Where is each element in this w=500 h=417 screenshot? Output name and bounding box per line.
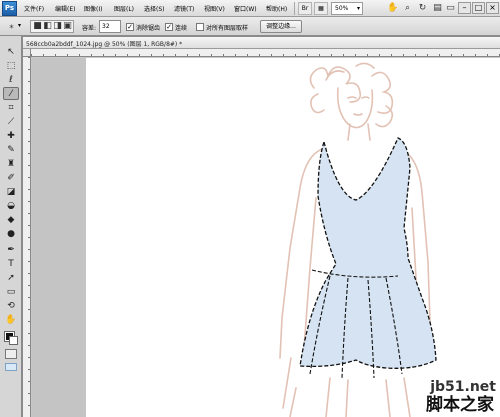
document-title: 568ccb0a2bddf_1024.jpg @ 50% (图层 1, RGB/… — [26, 41, 183, 48]
type-tool-icon[interactable]: T — [3, 258, 19, 271]
menu-bar: Ps 文件(F) 编辑(E) 图像(I) 图层(L) 选择(S) 滤镜(T) 视… — [0, 0, 500, 17]
photoshop-logo: Ps — [2, 1, 17, 16]
selection-mode-group: ■ ◧ ◨ ▣ — [30, 20, 74, 33]
all-layers-label: 对所有图层取样 — [206, 25, 249, 32]
path-selection-tool-icon[interactable]: ➚ — [3, 272, 19, 285]
marquee-tool-icon[interactable]: ⬚ — [3, 60, 19, 73]
toolbox: ↖ ⬚ ℓ ⁄ ⌗ ⟋ ✚ ✎ ♜ ✐ ◪ ◒ ◆ ● ✒ T ➚ ▭ ⟲ ✋ — [0, 36, 22, 417]
hand-tool-icon[interactable]: ✋ — [387, 3, 398, 14]
crop-tool-icon[interactable]: ⌗ — [3, 102, 19, 115]
intersect-selection-icon[interactable]: ▣ — [62, 21, 73, 32]
minimize-button[interactable]: – — [458, 2, 471, 14]
move-tool-icon[interactable]: ↖ — [3, 46, 19, 59]
zoom-tool-icon[interactable]: ⌕ — [402, 3, 413, 14]
options-bar: ⁎ ▾ ■ ◧ ◨ ▣ 容差: 32 ✓ 消除锯齿 ✓ 连续 对所有图层取样 调… — [0, 17, 500, 36]
all-layers-checkbox[interactable] — [196, 23, 204, 31]
eyedropper-tool-icon[interactable]: ⟋ — [3, 116, 19, 129]
lasso-tool-icon[interactable]: ℓ — [3, 74, 19, 87]
chevron-down-icon[interactable]: ▾ — [18, 22, 21, 29]
antialias-label: 消除锯齿 — [136, 25, 161, 32]
maximize-button[interactable]: □ — [472, 2, 485, 14]
screen-mode-button[interactable] — [5, 363, 17, 371]
dress-sketch-image — [279, 62, 437, 417]
antialias-checkbox[interactable]: ✓ — [126, 23, 134, 31]
view-extras-button[interactable]: ▦ — [314, 2, 328, 15]
hand-tool-icon[interactable]: ✋ — [3, 314, 19, 327]
menu-file[interactable]: 文件(F) — [24, 4, 44, 13]
vertical-ruler[interactable] — [23, 57, 31, 417]
menu-help[interactable]: 帮助(H) — [266, 4, 287, 13]
brush-tool-icon[interactable]: ✎ — [3, 144, 19, 157]
menu-select[interactable]: 选择(S) — [144, 4, 165, 13]
zoom-level-select[interactable]: 50% ▾ — [331, 2, 363, 15]
rotate-view-icon[interactable]: ↻ — [417, 3, 428, 14]
chevron-down-icon: ▾ — [356, 5, 360, 12]
history-brush-tool-icon[interactable]: ✐ — [3, 172, 19, 185]
menu-image[interactable]: 图像(I) — [84, 4, 102, 13]
menu-view[interactable]: 视图(V) — [204, 4, 225, 13]
zoom-level-value: 50% — [335, 5, 349, 12]
dodge-tool-icon[interactable]: ● — [3, 228, 19, 241]
screen-mode-icon[interactable]: ▭ — [445, 3, 456, 14]
background-color-swatch[interactable] — [9, 336, 18, 345]
horizontal-ruler[interactable] — [31, 49, 500, 57]
document-window: 568ccb0a2bddf_1024.jpg @ 50% (图层 1, RGB/… — [23, 37, 500, 417]
ruler-origin[interactable] — [23, 49, 31, 57]
tolerance-label: 容差: — [82, 25, 97, 32]
magic-wand-tool-icon[interactable]: ⁄ — [3, 87, 19, 100]
magic-wand-preset-icon[interactable]: ⁎ — [6, 21, 17, 32]
menu-window[interactable]: 窗口(W) — [234, 4, 257, 13]
contiguous-label: 连续 — [175, 25, 188, 32]
menubar-separator — [294, 2, 295, 15]
eraser-tool-icon[interactable]: ◪ — [3, 186, 19, 199]
pen-tool-icon[interactable]: ✒ — [3, 244, 19, 257]
blur-tool-icon[interactable]: ◆ — [3, 214, 19, 227]
watermark-name: 脚本之家 — [426, 395, 494, 415]
refine-edge-button[interactable]: 调整边缘... — [260, 20, 302, 33]
healing-brush-tool-icon[interactable]: ✚ — [3, 130, 19, 143]
bridge-button[interactable]: Br — [298, 2, 312, 15]
close-button[interactable]: × — [486, 2, 499, 14]
document-tab[interactable]: 568ccb0a2bddf_1024.jpg @ 50% (图层 1, RGB/… — [23, 37, 500, 49]
shape-tool-icon[interactable]: ▭ — [3, 286, 19, 299]
menu-edit[interactable]: 编辑(E) — [55, 4, 75, 13]
image-canvas[interactable]: jb51.net 脚本之家 — [86, 58, 500, 417]
menu-filter[interactable]: 滤镜(T) — [174, 4, 194, 13]
3d-rotate-tool-icon[interactable]: ⟲ — [3, 300, 19, 313]
menu-layer[interactable]: 图层(L) — [114, 4, 134, 13]
arrange-documents-icon[interactable]: ▤ — [432, 3, 443, 14]
paint-bucket-tool-icon[interactable]: ◒ — [3, 200, 19, 213]
clone-stamp-tool-icon[interactable]: ♜ — [3, 158, 19, 171]
tolerance-input[interactable]: 32 — [99, 20, 121, 33]
quick-mask-button[interactable] — [5, 349, 17, 359]
contiguous-checkbox[interactable]: ✓ — [165, 23, 173, 31]
